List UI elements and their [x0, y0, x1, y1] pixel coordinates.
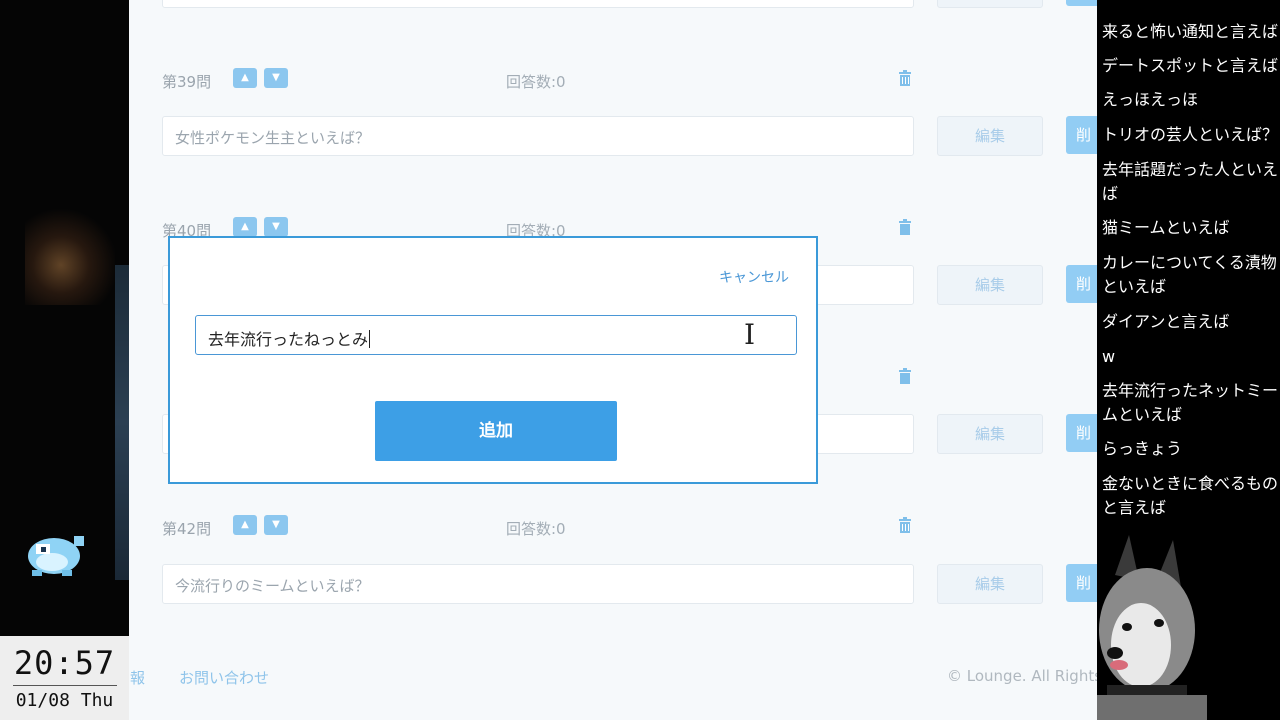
- question-input[interactable]: 女性ポケモン生主といえば？: [162, 116, 914, 156]
- new-question-value: 去年流行ったねっとみ: [208, 330, 369, 349]
- chat-message: らっきょう: [1102, 439, 1183, 458]
- chat-message: デートスポットと言えば: [1102, 56, 1279, 75]
- add-question-modal: キャンセル 去年流行ったねっとみ I 追加: [168, 236, 818, 484]
- move-up-button[interactable]: ▲: [233, 68, 257, 88]
- footer-link-contact[interactable]: お問い合わせ: [179, 667, 269, 688]
- trash-icon[interactable]: [898, 517, 912, 533]
- chat-message-partial: [1102, 0, 1280, 6]
- trash-icon[interactable]: [898, 368, 912, 384]
- edit-button[interactable]: [937, 0, 1043, 8]
- clock-divider: [12, 685, 117, 686]
- add-button[interactable]: 追加: [375, 401, 617, 461]
- chat-message: 金ないときに食べるものと言えば: [1102, 474, 1279, 517]
- side-action-button[interactable]: 削: [1066, 564, 1097, 602]
- side-action-button[interactable]: 削: [1066, 414, 1097, 452]
- building-image: [115, 265, 129, 580]
- chat-message: w: [1102, 347, 1116, 366]
- husky-dog-image: [1097, 535, 1207, 720]
- answer-count: 回答数:0: [506, 520, 566, 538]
- move-down-button[interactable]: ▼: [264, 515, 288, 535]
- clock-time: 20:57: [13, 644, 116, 682]
- whale-mascot-icon: [28, 536, 84, 576]
- question-text: 女性ポケモン生主といえば？: [175, 129, 371, 147]
- footer-copyright: © Lounge. All Rights: [947, 667, 1097, 685]
- footer-link-info[interactable]: 報: [130, 667, 145, 688]
- chat-message: えっほえっほ: [1102, 90, 1199, 109]
- cancel-button[interactable]: キャンセル: [719, 267, 789, 287]
- chat-message: 去年流行ったネットミームといえば: [1102, 381, 1279, 424]
- chat-message: 去年話題だった人といえば: [1102, 160, 1279, 203]
- text-caret: [369, 330, 371, 348]
- move-up-button[interactable]: ▲: [233, 515, 257, 535]
- side-action-button[interactable]: 削: [1066, 116, 1097, 154]
- move-up-button[interactable]: ▲: [233, 217, 257, 237]
- question-input[interactable]: 今流行りのミームといえば？: [162, 564, 914, 604]
- chat-message: ダイアンと言えば: [1102, 312, 1230, 331]
- text-cursor-icon: I: [744, 318, 756, 351]
- trash-icon[interactable]: [898, 70, 912, 86]
- side-action-button[interactable]: [1066, 0, 1097, 6]
- new-question-input[interactable]: 去年流行ったねっとみ I: [195, 315, 797, 355]
- night-city-image: [25, 205, 115, 305]
- trash-icon[interactable]: [898, 219, 912, 235]
- question-number: 第42問: [162, 520, 212, 538]
- edit-button[interactable]: 編集: [937, 564, 1043, 604]
- chat-overlay: 来ると怖い通知と言えば デートスポットと言えば えっほえっほ トリオの芸人といえ…: [1097, 0, 1280, 720]
- side-action-button[interactable]: 削: [1066, 265, 1097, 303]
- clock-widget: 20:57 01/08 Thu: [0, 636, 129, 720]
- move-down-button[interactable]: ▼: [264, 217, 288, 237]
- chat-message: 猫ミームといえば: [1102, 218, 1230, 237]
- chat-message: 来ると怖い通知と言えば: [1102, 22, 1279, 41]
- answer-count: 回答数:0: [506, 73, 566, 91]
- question-header: 第42問 ▲ ▼ 回答数:0: [162, 515, 922, 539]
- question-text: 今流行りのミームといえば？: [175, 577, 370, 595]
- question-number: 第39問: [162, 73, 212, 91]
- clock-date: 01/08 Thu: [15, 690, 114, 711]
- edit-button[interactable]: 編集: [937, 265, 1043, 305]
- move-down-button[interactable]: ▼: [264, 68, 288, 88]
- chat-message: カレーについてくる漬物といえば: [1102, 253, 1277, 296]
- edit-button[interactable]: 編集: [937, 116, 1043, 156]
- stream-overlay-left: 20:57 01/08 Thu: [0, 0, 129, 720]
- question-input[interactable]: [162, 0, 914, 8]
- question-header: 第39問 ▲ ▼ 回答数:0: [162, 68, 922, 92]
- edit-button[interactable]: 編集: [937, 414, 1043, 454]
- chat-message: トリオの芸人といえば？: [1102, 125, 1279, 144]
